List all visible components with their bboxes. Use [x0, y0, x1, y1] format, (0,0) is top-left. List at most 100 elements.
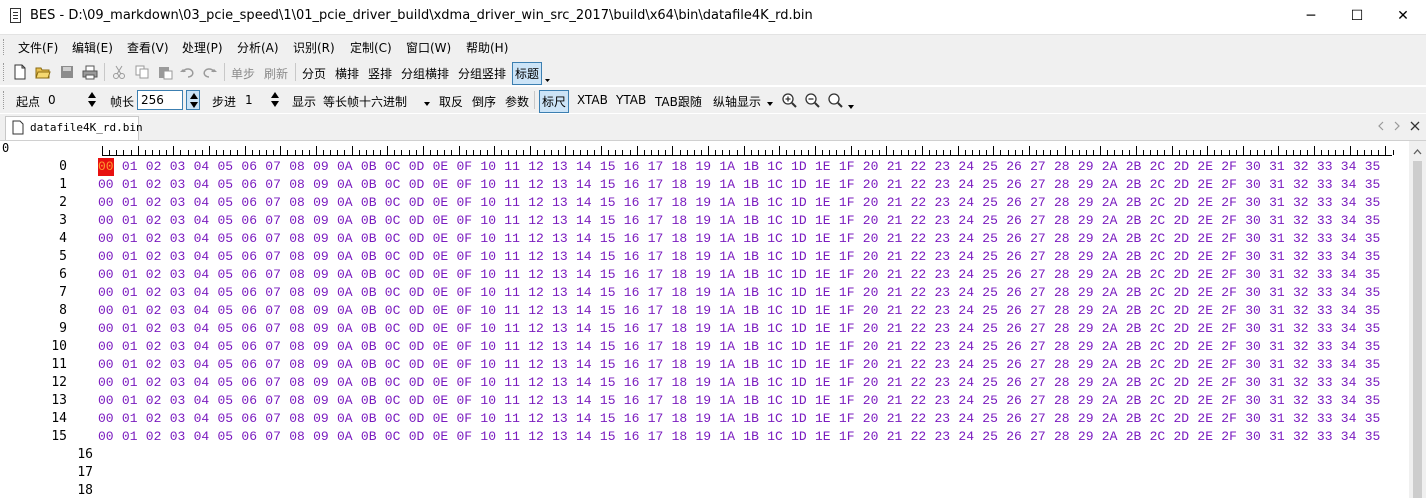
byte-cell[interactable]: 14: [576, 284, 592, 302]
byte-cell[interactable]: 2F: [1221, 230, 1237, 248]
axis-display-button[interactable]: 纵轴显示: [713, 93, 761, 110]
refresh-button[interactable]: 刷新: [264, 65, 288, 82]
byte-cell[interactable]: 18: [672, 302, 688, 320]
byte-cell[interactable]: 2B: [1126, 230, 1142, 248]
byte-cell[interactable]: 0C: [385, 356, 401, 374]
byte-cell[interactable]: 32: [1293, 320, 1309, 338]
byte-cell[interactable]: 0F: [457, 392, 473, 410]
byte-cell[interactable]: 26: [1006, 320, 1022, 338]
byte-cell[interactable]: 02: [146, 374, 162, 392]
byte-cell[interactable]: 04: [194, 248, 210, 266]
byte-cell[interactable]: 2D: [1174, 392, 1190, 410]
byte-cell[interactable]: 0B: [361, 176, 377, 194]
byte-cell[interactable]: 0D: [409, 410, 425, 428]
byte-cell[interactable]: 2D: [1174, 266, 1190, 284]
byte-cell[interactable]: 13: [552, 176, 568, 194]
byte-cell[interactable]: 24: [958, 374, 974, 392]
close-button[interactable]: ✕: [1380, 0, 1426, 32]
byte-cell[interactable]: 0F: [457, 356, 473, 374]
byte-cell[interactable]: 2C: [1150, 374, 1166, 392]
byte-cell[interactable]: 18: [672, 356, 688, 374]
byte-cell[interactable]: 29: [1078, 158, 1094, 176]
byte-cell[interactable]: 17: [648, 374, 664, 392]
byte-cell[interactable]: 33: [1317, 158, 1333, 176]
byte-cell[interactable]: 32: [1293, 248, 1309, 266]
step-input[interactable]: 1: [241, 90, 263, 110]
byte-cell[interactable]: 17: [648, 212, 664, 230]
byte-cell[interactable]: 12: [528, 176, 544, 194]
byte-cell[interactable]: 08: [289, 266, 305, 284]
byte-cell[interactable]: 2C: [1150, 410, 1166, 428]
byte-cell[interactable]: 08: [289, 230, 305, 248]
byte-cell[interactable]: 17: [648, 194, 664, 212]
byte-cell[interactable]: 25: [982, 374, 998, 392]
byte-cell[interactable]: 2C: [1150, 176, 1166, 194]
tab-datafile[interactable]: datafile4K_rd.bin: [5, 116, 143, 140]
byte-cell[interactable]: 33: [1317, 302, 1333, 320]
byte-cell[interactable]: 25: [982, 266, 998, 284]
byte-cell[interactable]: 05: [218, 266, 234, 284]
byte-cell[interactable]: 1A: [719, 230, 735, 248]
byte-cell[interactable]: 16: [624, 392, 640, 410]
byte-cell[interactable]: 1C: [767, 266, 783, 284]
byte-cell[interactable]: 10: [480, 212, 496, 230]
byte-cell[interactable]: 2F: [1221, 338, 1237, 356]
byte-cell[interactable]: 07: [265, 176, 281, 194]
scrollbar-thumb[interactable]: [1413, 161, 1422, 498]
byte-cell[interactable]: 2E: [1197, 302, 1213, 320]
byte-cell[interactable]: 17: [648, 392, 664, 410]
byte-cell[interactable]: 19: [696, 158, 712, 176]
byte-cell[interactable]: 07: [265, 356, 281, 374]
byte-cell[interactable]: 32: [1293, 302, 1309, 320]
byte-cell[interactable]: 05: [218, 356, 234, 374]
byte-cell[interactable]: 28: [1054, 410, 1070, 428]
byte-cell[interactable]: 33: [1317, 284, 1333, 302]
byte-cell[interactable]: 25: [982, 248, 998, 266]
byte-cell[interactable]: 01: [122, 392, 138, 410]
byte-cell[interactable]: 1E: [815, 320, 831, 338]
byte-cell[interactable]: 07: [265, 230, 281, 248]
byte-cell[interactable]: 13: [552, 230, 568, 248]
byte-cell[interactable]: 2F: [1221, 266, 1237, 284]
byte-cell[interactable]: 2E: [1197, 194, 1213, 212]
byte-cell[interactable]: 03: [170, 356, 186, 374]
byte-cell[interactable]: 23: [935, 230, 951, 248]
byte-cell[interactable]: 2F: [1221, 176, 1237, 194]
byte-cell[interactable]: 1A: [719, 248, 735, 266]
toolbar-overflow-icon[interactable]: [544, 71, 552, 82]
byte-cell[interactable]: 14: [576, 428, 592, 446]
byte-cell[interactable]: 26: [1006, 230, 1022, 248]
byte-cell[interactable]: 14: [576, 374, 592, 392]
byte-cell[interactable]: 1F: [839, 284, 855, 302]
byte-cell[interactable]: 0F: [457, 230, 473, 248]
byte-cell[interactable]: 1D: [791, 338, 807, 356]
byte-cell[interactable]: 14: [576, 266, 592, 284]
byte-cell[interactable]: 22: [911, 356, 927, 374]
byte-cell[interactable]: 15: [600, 266, 616, 284]
byte-cell[interactable]: 31: [1269, 230, 1285, 248]
group-vertical-button[interactable]: 分组竖排: [458, 65, 506, 82]
params-button[interactable]: 参数: [505, 93, 529, 110]
byte-cell[interactable]: 11: [504, 338, 520, 356]
byte-cell[interactable]: 30: [1245, 266, 1261, 284]
byte-cell[interactable]: 28: [1054, 392, 1070, 410]
byte-cell[interactable]: 1F: [839, 194, 855, 212]
byte-cell[interactable]: 24: [958, 392, 974, 410]
byte-cell[interactable]: 11: [504, 320, 520, 338]
byte-cell[interactable]: 2C: [1150, 284, 1166, 302]
byte-cell[interactable]: 01: [122, 320, 138, 338]
byte-cell[interactable]: 14: [576, 158, 592, 176]
scroll-up-icon[interactable]: [1413, 145, 1422, 155]
byte-cell[interactable]: 26: [1006, 194, 1022, 212]
print-icon[interactable]: [82, 64, 98, 80]
byte-cell[interactable]: 32: [1293, 230, 1309, 248]
byte-cell[interactable]: 14: [576, 338, 592, 356]
byte-cell[interactable]: 1E: [815, 392, 831, 410]
byte-cell[interactable]: 0D: [409, 230, 425, 248]
byte-cell[interactable]: 03: [170, 374, 186, 392]
byte-cell[interactable]: 09: [313, 338, 329, 356]
hex-editor-area[interactable]: 0 0 00 01 02 03 04 05 06 07 08 09 0A 0B 0C 0D 0E 0F 10 11 1…: [0, 141, 1426, 498]
byte-cell[interactable]: 03: [170, 320, 186, 338]
byte-cell[interactable]: 2F: [1221, 374, 1237, 392]
byte-cell[interactable]: 2D: [1174, 338, 1190, 356]
